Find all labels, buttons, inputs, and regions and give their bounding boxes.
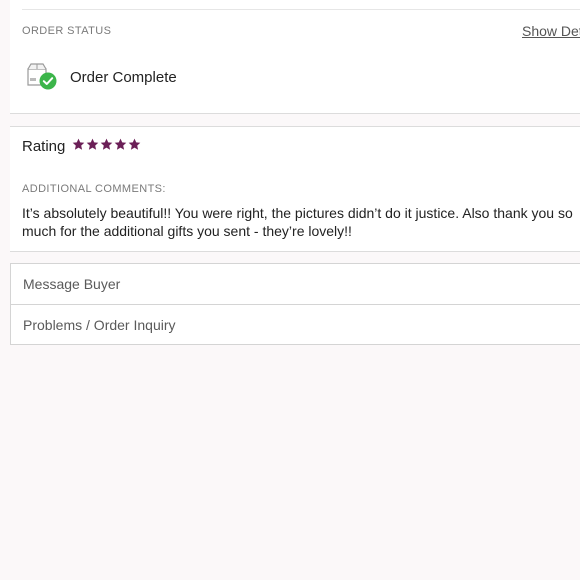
order-inquiry-button[interactable]: Problems / Order Inquiry [11, 304, 580, 344]
star-icon [100, 138, 113, 150]
divider [22, 9, 580, 10]
star-icon [128, 138, 141, 150]
order-detail-page: ORDER STATUS Show Det Order Complete Rat… [0, 0, 580, 580]
star-icon [86, 138, 99, 150]
star-icon [114, 138, 127, 150]
show-details-link[interactable]: Show Det [522, 23, 580, 39]
message-buyer-button[interactable]: Message Buyer [11, 264, 580, 304]
order-status-text: Order Complete [70, 69, 177, 86]
star-rating [72, 138, 141, 154]
order-status-panel: ORDER STATUS Show Det Order Complete [10, 0, 580, 114]
rating-label: Rating [22, 138, 66, 155]
additional-comments-label: ADDITIONAL COMMENTS: [22, 183, 166, 195]
order-status-label: ORDER STATUS [22, 25, 112, 37]
star-icon [72, 138, 85, 150]
order-actions: Message Buyer Problems / Order Inquiry [10, 263, 580, 345]
box-checkmark-icon [25, 63, 59, 93]
rating-panel: Rating ADDITIONAL COMMENTS: It’s absolut… [10, 126, 580, 252]
review-comment: It’s absolutely beautiful!! You were rig… [22, 205, 573, 239]
